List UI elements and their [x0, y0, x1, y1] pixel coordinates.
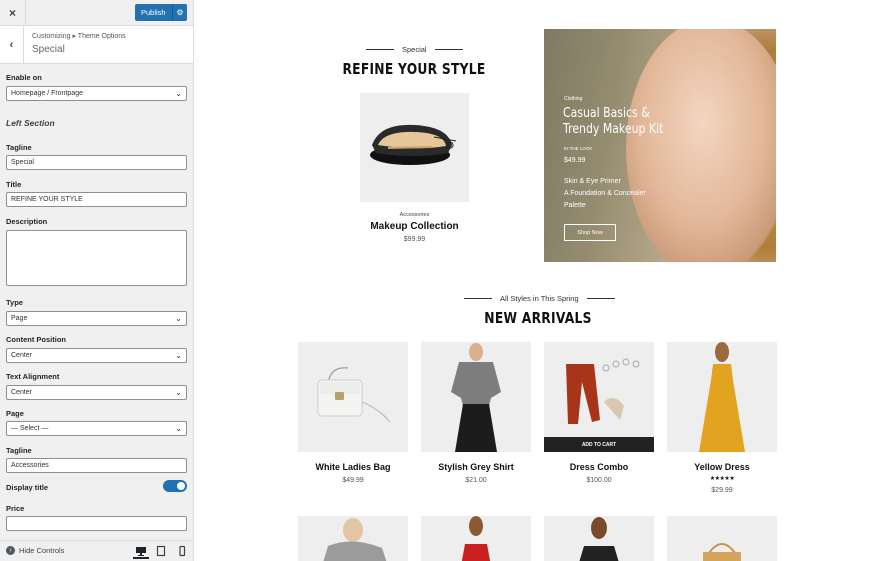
site-preview: Special REFINE YOUR STYLE Accessories Ma… [194, 0, 884, 561]
customizer-sidebar: × Publish ⚙ ‹ Customizing ▸ Theme Option… [0, 0, 194, 561]
page-value: — Select — [11, 425, 49, 432]
product-image[interactable] [298, 516, 408, 561]
shop-now-button[interactable]: Shop Now [564, 224, 616, 241]
product-name[interactable]: Stylish Grey Shirt [421, 462, 531, 472]
publish-button[interactable]: Publish ⚙ [135, 4, 187, 21]
hero-feature-1: Skin & Eye Primer [564, 178, 621, 185]
arrivals-tagline: All Styles in This Spring [464, 294, 615, 303]
section-header: ‹ Customizing ▸ Theme Options Special [0, 26, 193, 64]
product-name[interactable]: Dress Combo [544, 462, 654, 472]
tagline-label: Tagline [6, 143, 32, 152]
chevron-down-icon: ⌄ [175, 314, 182, 323]
product-name[interactable]: White Ladies Bag [298, 462, 408, 472]
divider [366, 49, 394, 50]
hero-feature-3: Palette [564, 202, 586, 209]
customizer-header: × Publish ⚙ [0, 0, 193, 26]
description-textarea[interactable] [6, 230, 187, 286]
tagline2-input[interactable]: Accessories [6, 458, 187, 473]
hero-title-line1: Casual Basics & [563, 106, 650, 121]
type-value: Page [11, 315, 28, 322]
title-value: REFINE YOUR STYLE [11, 196, 83, 203]
tagline-value: Special [11, 159, 34, 166]
divider [464, 298, 492, 299]
product-price: $100.00 [586, 477, 612, 484]
tagline2-label: Tagline [6, 446, 32, 455]
chevron-down-icon: ⌄ [175, 424, 182, 433]
special-tagline-text: Special [402, 45, 427, 54]
tablet-preview-icon[interactable] [156, 545, 166, 557]
page-label: Page [6, 409, 24, 418]
hero-price: $49.99 [564, 157, 586, 164]
hero-category: Clothing [564, 96, 583, 102]
text-alignment-label: Text Alignment [6, 372, 60, 381]
text-alignment-value: Center [11, 389, 33, 396]
chevron-down-icon: ⌄ [175, 351, 182, 360]
hero-banner[interactable]: Clothing Casual Basics & Trendy Makeup K… [544, 29, 776, 262]
chevron-down-icon: ⌄ [175, 388, 182, 397]
special-heading: REFINE YOUR STYLE [342, 60, 486, 78]
featured-product-image[interactable] [360, 93, 469, 202]
title-input[interactable]: REFINE YOUR STYLE [6, 192, 187, 207]
product-price: $21.00 [465, 477, 487, 484]
hero-title: Casual Basics & Trendy Makeup Kit [563, 106, 663, 138]
hero-feature-2: A Foundation & Concealer [564, 190, 646, 197]
content-position-label: Content Position [6, 335, 66, 344]
title-label: Title [6, 180, 22, 189]
product-image-dress-combo[interactable] [544, 342, 654, 452]
content-position-value: Center [11, 352, 33, 359]
product-image-shirt[interactable] [421, 342, 531, 452]
enable-on-value: Homepage / Frontpage [11, 90, 83, 97]
featured-category: Accessories [399, 212, 430, 218]
display-title-toggle[interactable] [163, 480, 187, 492]
type-label: Type [6, 298, 23, 307]
chevron-down-icon: ⌄ [175, 89, 182, 98]
enable-on-select[interactable]: Homepage / Frontpage ⌄ [6, 86, 187, 101]
hero-photo-face [626, 29, 776, 262]
product-name[interactable]: Yellow Dress [667, 462, 777, 472]
product-image-bag[interactable] [298, 342, 408, 452]
gear-icon[interactable]: ⚙ [172, 4, 187, 21]
product-image[interactable] [421, 516, 531, 561]
left-section-heading: Left Section [6, 118, 55, 128]
mobile-preview-icon[interactable] [178, 545, 188, 557]
arrivals-heading: NEW ARRIVALS [484, 309, 592, 327]
featured-price: $99.99 [403, 236, 426, 243]
hero-sub-label: IN THE LOOK [564, 146, 593, 151]
hide-controls-button[interactable]: ‹ Hide Controls [6, 546, 64, 555]
breadcrumb: Customizing ▸ Theme Options [32, 33, 126, 40]
desktop-preview-icon[interactable] [133, 545, 149, 559]
product-image-yellow-dress[interactable] [667, 342, 777, 452]
publish-label: Publish [141, 8, 166, 17]
product-price: $49.99 [342, 477, 364, 484]
hide-controls-label: Hide Controls [19, 546, 65, 555]
arrivals-tagline-text: All Styles in This Spring [500, 294, 579, 303]
back-chevron-icon[interactable]: ‹ [0, 26, 24, 63]
display-title-label: Display title [6, 483, 49, 492]
product-price: $29.99 [711, 487, 733, 494]
page-select[interactable]: — Select — ⌄ [6, 421, 187, 436]
hero-title-line2: Trendy Makeup Kit [563, 122, 664, 137]
type-select[interactable]: Page ⌄ [6, 311, 187, 326]
price-label: Price [6, 504, 25, 513]
enable-on-label: Enable on [6, 73, 42, 82]
tagline-input[interactable]: Special [6, 155, 187, 170]
section-title: Special [32, 44, 65, 55]
collapse-icon: ‹ [6, 546, 15, 555]
special-tagline: Special [366, 45, 463, 54]
product-image[interactable] [544, 516, 654, 561]
tagline2-value: Accessories [11, 462, 49, 469]
customizer-footer: ‹ Hide Controls [0, 540, 193, 561]
divider [434, 49, 463, 50]
close-icon[interactable]: × [0, 0, 26, 26]
add-to-cart-button[interactable]: ADD TO CART [544, 437, 654, 452]
description-label: Description [6, 217, 48, 226]
star-rating-icon: ★★★★★ [709, 476, 735, 482]
featured-name[interactable]: Makeup Collection [340, 221, 489, 232]
content-position-select[interactable]: Center ⌄ [6, 348, 187, 363]
price-input[interactable] [6, 516, 187, 531]
product-image[interactable] [667, 516, 777, 561]
divider [586, 298, 615, 299]
text-alignment-select[interactable]: Center ⌄ [6, 385, 187, 400]
